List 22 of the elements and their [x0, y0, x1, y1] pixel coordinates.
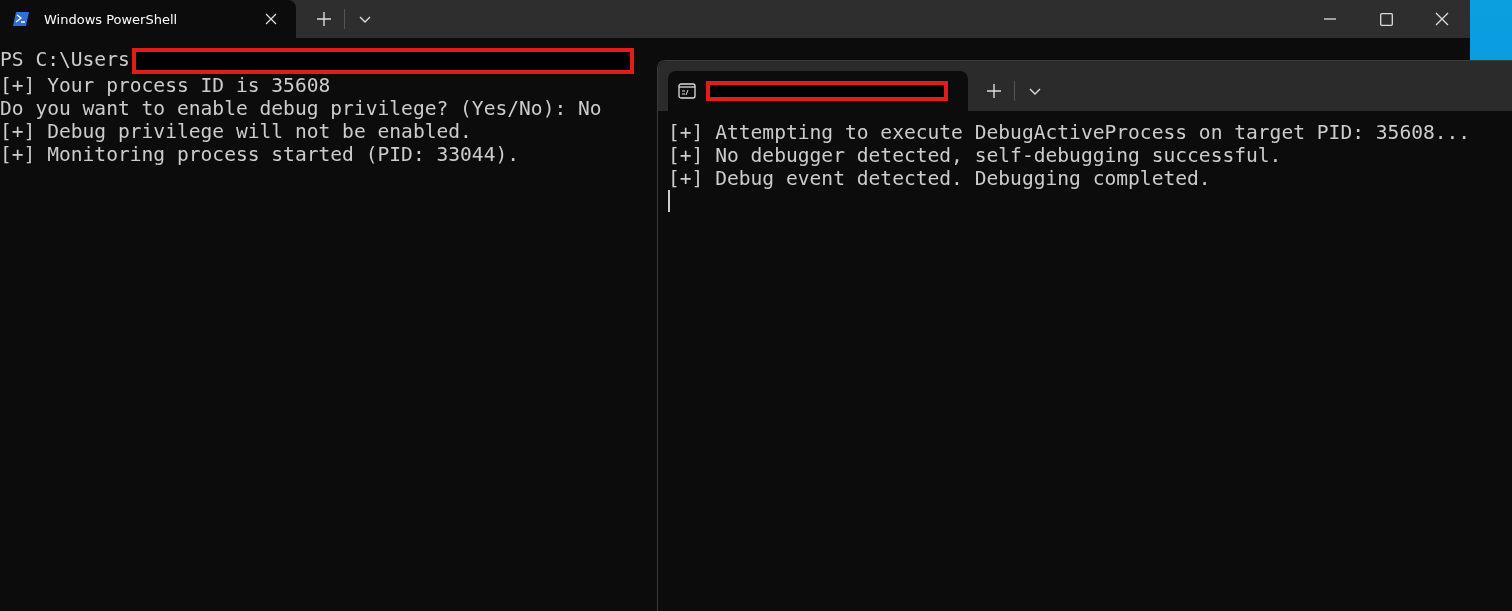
command-prompt-icon: [678, 83, 696, 99]
console-line: [+] No debugger detected, self-debugging successful.: [668, 144, 1282, 167]
chevron-down-icon: [1029, 87, 1041, 95]
close-icon: [1435, 12, 1449, 26]
plus-icon: [317, 12, 331, 26]
terminal-tab[interactable]: Windows PowerShell: [0, 0, 296, 38]
terminal-tab[interactable]: [668, 71, 968, 111]
close-icon: [265, 13, 277, 25]
text-cursor: [668, 190, 670, 212]
minimize-icon: [1324, 18, 1336, 20]
console-line: Do you want to enable debug privilege? (Yes/No): No: [0, 97, 602, 120]
plus-icon: [987, 84, 1001, 98]
prompt-text: PS C:\Users: [0, 48, 130, 71]
chevron-down-icon: [359, 15, 371, 23]
maximize-icon: [1379, 12, 1393, 26]
powershell-icon: [12, 11, 30, 27]
console-line: [+] Debug privilege will not be enabled.: [0, 120, 472, 143]
console-line: [+] Debug event detected. Debugging completed.: [668, 167, 1211, 190]
console-line: [+] Your process ID is 35608: [0, 74, 331, 97]
console-line: [+] Attempting to execute DebugActiveProcess on target PID: 35608...: [668, 121, 1471, 144]
console-line: [+] Monitoring process started (PID: 33044).: [0, 143, 520, 166]
tab-title: Windows PowerShell: [44, 11, 179, 27]
